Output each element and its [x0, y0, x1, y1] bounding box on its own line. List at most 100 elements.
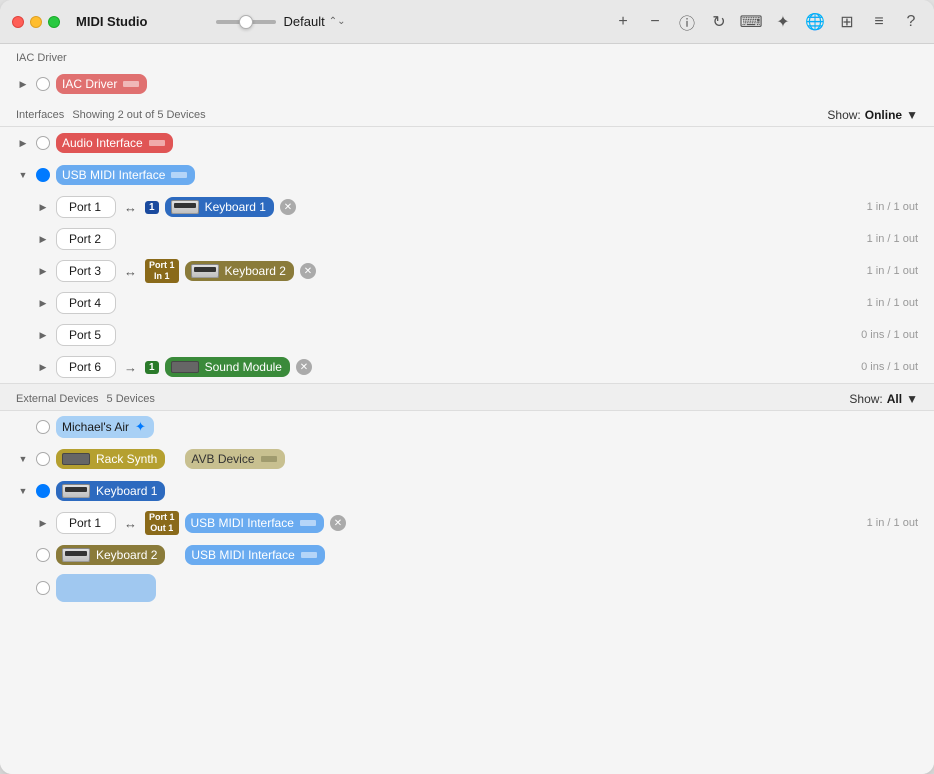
sound-module-close[interactable]: ✕: [296, 359, 312, 375]
sound-module-label: Sound Module: [205, 360, 282, 374]
profile-name: Default: [284, 14, 325, 29]
port5-expand-btn[interactable]: ▶: [36, 328, 50, 342]
port3-expand-btn[interactable]: ▶: [36, 264, 50, 278]
ext-port1-expand-btn[interactable]: ▶: [36, 516, 50, 530]
close-button[interactable]: [12, 16, 24, 28]
michaels-radio[interactable]: [36, 420, 50, 434]
port4-chip[interactable]: Port 4: [56, 292, 116, 314]
ext-usb-midi2-chip[interactable]: USB MIDI Interface: [185, 545, 324, 565]
port3-info: 1 in / 1 out: [867, 265, 918, 277]
port6-label: Port 6: [69, 360, 101, 374]
minimize-button[interactable]: [30, 16, 42, 28]
keyboard1-chip[interactable]: Keyboard 1: [165, 197, 274, 217]
avb-device-label: AVB Device: [191, 452, 254, 466]
ext-port1-chip[interactable]: Port 1: [56, 512, 116, 534]
sound-module-img: [171, 361, 199, 373]
external-show-dropdown[interactable]: All: [887, 392, 902, 406]
keyboard2-chip[interactable]: Keyboard 2: [185, 261, 294, 281]
keyboard1-ext-expand-btn[interactable]: ▼: [16, 484, 30, 498]
michaels-air-row: Michael's Air ✦: [0, 411, 934, 443]
port4-label: Port 4: [69, 296, 101, 310]
profile-chevron: ⌃⌄: [329, 16, 346, 27]
content-area: IAC Driver ▶ IAC Driver Interfaces Showi…: [0, 44, 934, 774]
audio-expand-btn[interactable]: ▶: [16, 136, 30, 150]
traffic-lights: [12, 16, 60, 28]
bluetooth-button[interactable]: ✦: [772, 11, 794, 33]
iac-expand-btn[interactable]: ▶: [16, 77, 30, 91]
keyboard1-badge: 1: [145, 201, 159, 214]
port3-chip[interactable]: Port 3: [56, 260, 116, 282]
iac-label: IAC Driver: [62, 77, 117, 91]
port6-chip[interactable]: Port 6: [56, 356, 116, 378]
add-button[interactable]: +: [612, 11, 634, 33]
keyboard1-ext-chip[interactable]: Keyboard 1: [56, 481, 165, 501]
port2-chip[interactable]: Port 2: [56, 228, 116, 250]
port2-expand-btn[interactable]: ▶: [36, 232, 50, 246]
port6-expand-btn[interactable]: ▶: [36, 360, 50, 374]
partial-chip[interactable]: [56, 574, 156, 602]
sound-module-chip[interactable]: Sound Module: [165, 357, 290, 377]
list-button[interactable]: ≡: [868, 11, 890, 33]
keyboard1-label: Keyboard 1: [205, 200, 266, 214]
ext-usb-midi1-close[interactable]: ✕: [330, 515, 346, 531]
network-button[interactable]: 🌐: [804, 11, 826, 33]
remove-button[interactable]: −: [644, 11, 666, 33]
keyboard2-ext-chip[interactable]: Keyboard 2: [56, 545, 165, 565]
toolbar-right: + − ⓘ ↻ ⌨ ✦ 🌐 ⊞ ≡ ?: [612, 11, 922, 33]
ext-port1-row: ▶ Port 1 ↔ Port 1Out 1 USB MIDI Interfac…: [0, 507, 934, 539]
keyboard1-close[interactable]: ✕: [280, 199, 296, 215]
iac-driver-chip[interactable]: IAC Driver: [56, 74, 147, 94]
grid-button[interactable]: ⊞: [836, 11, 858, 33]
rack-synth-chip[interactable]: Rack Synth: [56, 449, 165, 469]
port1-chip[interactable]: Port 1: [56, 196, 116, 218]
keyboard2-close[interactable]: ✕: [300, 263, 316, 279]
external-title-group: External Devices 5 Devices: [16, 393, 155, 405]
keyboard2-port-badge: Port 1In 1: [145, 259, 179, 283]
michaels-air-chip[interactable]: Michael's Air ✦: [56, 416, 154, 438]
rack-synth-radio[interactable]: [36, 452, 50, 466]
main-window: MIDI Studio Default ⌃⌄ + − ⓘ ↻ ⌨ ✦ 🌐 ⊞ ≡…: [0, 0, 934, 774]
usb-midi-chip[interactable]: USB MIDI Interface: [56, 165, 195, 185]
help-button[interactable]: ?: [900, 11, 922, 33]
audio-interface-row: ▶ Audio Interface: [0, 127, 934, 159]
iac-section-header: IAC Driver: [0, 44, 934, 68]
audio-interface-label: Audio Interface: [62, 136, 143, 150]
ext-usb-midi1-chip[interactable]: USB MIDI Interface: [185, 513, 324, 533]
port4-expand-btn[interactable]: ▶: [36, 296, 50, 310]
bluetooth-icon: ✦: [135, 419, 146, 435]
usb-midi-expand-btn[interactable]: ▼: [16, 168, 30, 182]
rack-synth-label: Rack Synth: [96, 452, 157, 466]
avb-device-chip[interactable]: AVB Device: [185, 449, 284, 469]
interfaces-show-chevron[interactable]: ▼: [906, 108, 918, 122]
maximize-button[interactable]: [48, 16, 60, 28]
refresh-button[interactable]: ↻: [708, 11, 730, 33]
keyboard2-ext-radio[interactable]: [36, 548, 50, 562]
midi-keyboard-button[interactable]: ⌨: [740, 11, 762, 33]
interfaces-show-dropdown[interactable]: Online: [865, 108, 902, 122]
external-show-chevron[interactable]: ▼: [906, 392, 918, 406]
partial-row: [0, 571, 934, 605]
port5-chip[interactable]: Port 5: [56, 324, 116, 346]
sound-module-badge: 1: [145, 361, 159, 374]
port1-expand-btn[interactable]: ▶: [36, 200, 50, 214]
keyboard1-ext-radio[interactable]: [36, 484, 50, 498]
rack-synth-expand-btn[interactable]: ▼: [16, 452, 30, 466]
usb-midi-icon: [171, 172, 187, 178]
external-show-label: Show:: [849, 392, 882, 406]
usb-midi-label: USB MIDI Interface: [62, 168, 165, 182]
ext-usb-midi1-icon: [300, 520, 316, 526]
partial-radio[interactable]: [36, 581, 50, 595]
keyboard1-img: [171, 200, 199, 214]
audio-interface-chip[interactable]: Audio Interface: [56, 133, 173, 153]
keyboard2-ext-row: Keyboard 2 USB MIDI Interface: [0, 539, 934, 571]
interfaces-subtitle: Showing 2 out of 5 Devices: [72, 109, 205, 121]
zoom-slider[interactable]: [216, 20, 276, 24]
iac-radio[interactable]: [36, 77, 50, 91]
info-button[interactable]: ⓘ: [676, 11, 698, 33]
audio-radio[interactable]: [36, 136, 50, 150]
port6-info: 0 ins / 1 out: [861, 361, 918, 373]
usb-midi-radio[interactable]: [36, 168, 50, 182]
profile-select[interactable]: Default ⌃⌄: [284, 14, 346, 29]
keyboard2-ext-img: [62, 548, 90, 562]
port5-info: 0 ins / 1 out: [861, 329, 918, 341]
